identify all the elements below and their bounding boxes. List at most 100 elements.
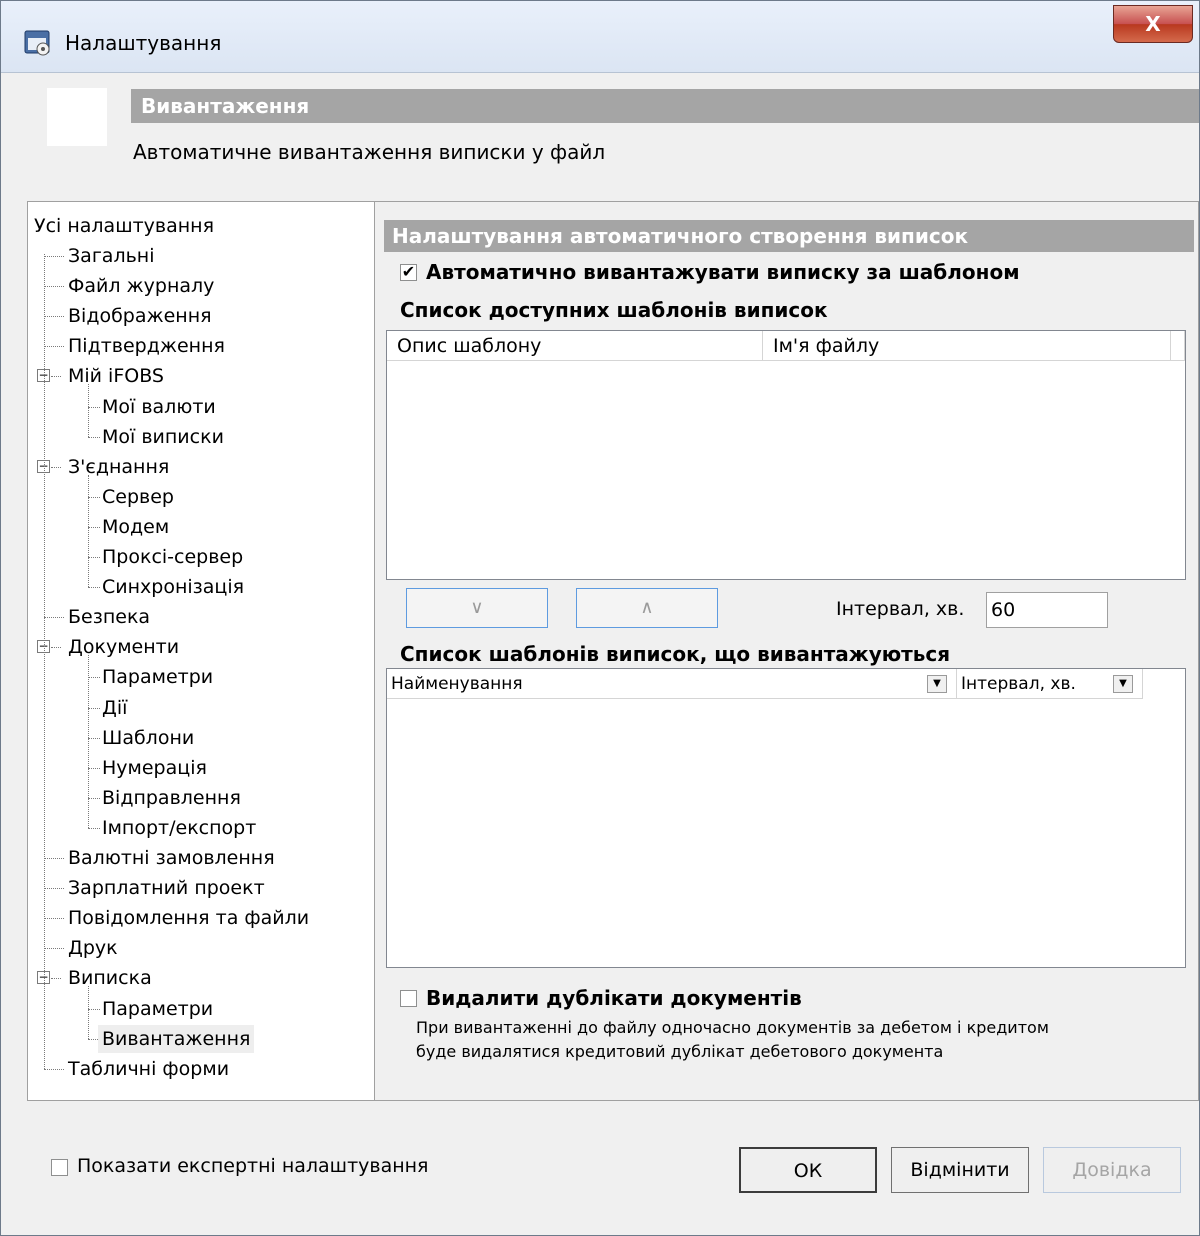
column-header-filler (1171, 331, 1185, 361)
auto-export-checkbox[interactable]: ✔ (400, 264, 417, 281)
tree-item[interactable]: Підтвердження (68, 332, 225, 360)
tree-connector (44, 286, 64, 288)
tree-item[interactable]: Безпека (68, 603, 150, 631)
remove-duplicates-desc-2: буде видалятися кредитовий дублікат дебе… (416, 1042, 944, 1061)
name-filter-dropdown[interactable]: ▼ (927, 675, 947, 693)
tree-item[interactable]: Файл журналу (68, 272, 214, 300)
tree-item[interactable]: Параметри (102, 995, 213, 1023)
tree-item[interactable]: Мій iFOBS (68, 362, 164, 390)
tree-connector (88, 655, 89, 828)
expert-settings-checkbox[interactable] (51, 1159, 68, 1176)
page-title: Вивантаження (131, 89, 1199, 123)
column-header-filename[interactable]: Ім'я файлу (763, 331, 1171, 361)
column-header-name[interactable]: Найменування ▼ (387, 669, 957, 699)
tree-item[interactable]: Мої виписки (102, 423, 224, 451)
interval-filter-dropdown[interactable]: ▼ (1113, 675, 1133, 693)
dropdown-arrow-icon: ▼ (1119, 678, 1127, 689)
tree-connector (88, 526, 100, 528)
tree-connector (88, 406, 100, 408)
tree-item[interactable]: Дії (102, 694, 127, 722)
tree-item[interactable]: Відображення (68, 302, 212, 330)
tree-item[interactable]: Виписка (68, 964, 152, 992)
tree-connector (88, 797, 100, 799)
section-header: Налаштування автоматичного створення вип… (384, 220, 1194, 252)
tree-connector (44, 346, 64, 348)
auto-export-label: Автоматично вивантажувати виписку за шаб… (426, 260, 1020, 284)
interval-label: Інтервал, хв. (836, 598, 965, 620)
tree-connector (51, 376, 61, 378)
tree-connector (88, 384, 89, 437)
tree-connector (44, 888, 64, 890)
tree-item[interactable]: Проксі-сервер (102, 543, 243, 571)
chevron-down-icon: ∨ (470, 597, 484, 618)
expert-settings-label: Показати експертні налаштування (77, 1155, 429, 1177)
interval-input[interactable]: 60 (986, 592, 1108, 628)
chevron-up-icon: ∧ (640, 597, 654, 618)
tree-item[interactable]: Мої валюти (102, 393, 216, 421)
header-icon (47, 88, 107, 146)
tree-item[interactable]: Вивантаження (98, 1024, 255, 1053)
tree-connector (88, 677, 100, 679)
remove-duplicates-desc-1: При вивантаженні до файлу одночасно доку… (416, 1018, 1049, 1037)
tree-item[interactable]: Шаблони (102, 724, 194, 752)
title-bar[interactable]: Налаштування X (1, 1, 1199, 73)
window-title: Налаштування (65, 31, 222, 55)
tree-item[interactable]: Табличні форми (68, 1055, 229, 1083)
tree-connector (88, 474, 89, 588)
tree-item[interactable]: Модем (102, 513, 169, 541)
tree-item[interactable]: Повідомлення та файли (68, 904, 309, 932)
help-button[interactable]: Довідка (1043, 1147, 1181, 1193)
settings-window: Налаштування X Вивантаження Автоматичне … (0, 0, 1200, 1236)
tree-connector (88, 496, 100, 498)
tree-item[interactable]: Сервер (102, 483, 174, 511)
tree-item[interactable]: Документи (68, 633, 179, 661)
tree-item[interactable]: Друк (68, 934, 118, 962)
settings-header: Вивантаження Автоматичне вивантаження ви… (11, 73, 1199, 201)
dropdown-arrow-icon: ▼ (933, 678, 941, 689)
tree-connector (51, 647, 61, 649)
available-templates-list[interactable]: Опис шаблону Ім'я файлу (386, 330, 1186, 580)
remove-duplicates-label: Видалити дублікати документів (426, 986, 802, 1010)
exported-templates-title: Список шаблонів виписок, що вивантажують… (400, 642, 951, 666)
column-header-interval[interactable]: Інтервал, хв. ▼ (957, 669, 1143, 699)
tree-connector (88, 827, 100, 829)
exported-templates-list[interactable]: Найменування ▼ Інтервал, хв. ▼ (386, 668, 1186, 968)
tree-item[interactable]: Нумерація (102, 754, 207, 782)
tree-connector (88, 557, 100, 558)
column-header-name-label: Найменування (391, 674, 523, 694)
tree-item[interactable]: Імпорт/експорт (102, 814, 256, 842)
tree-item[interactable]: Відправлення (102, 784, 241, 812)
tree-item[interactable]: Загальні (68, 242, 155, 270)
tree-connector (44, 1068, 64, 1070)
tree-item[interactable]: Валютні замовлення (68, 844, 275, 872)
tree-root[interactable]: Усі налаштування (34, 212, 214, 240)
settings-tree[interactable]: Усі налаштування Загальні Файл журналу Від… (28, 202, 375, 1100)
tree-connector (88, 1008, 100, 1010)
move-down-button[interactable]: ∨ (406, 588, 548, 628)
page-description: Автоматичне вивантаження виписки у файл (133, 140, 606, 164)
main-panel: Усі налаштування Загальні Файл журналу Від… (27, 201, 1199, 1101)
tree-connector (44, 617, 64, 619)
ok-button[interactable]: ОК (739, 1147, 877, 1193)
close-icon: X (1145, 12, 1161, 36)
column-header-interval-label: Інтервал, хв. (961, 674, 1076, 694)
remove-duplicates-checkbox[interactable] (400, 990, 417, 1007)
column-header-description[interactable]: Опис шаблону (387, 331, 763, 361)
tree-connector (51, 466, 61, 468)
tree-item[interactable]: Зарплатний проект (68, 874, 265, 902)
tree-connector (88, 436, 100, 438)
tree-connector (44, 948, 64, 950)
tree-connector (88, 767, 100, 769)
tree-connector (44, 256, 64, 257)
tree-item[interactable]: Параметри (102, 663, 213, 691)
cancel-button[interactable]: Відмінити (891, 1147, 1029, 1193)
tree-connector (88, 707, 100, 709)
tree-connector (51, 978, 61, 980)
tree-item[interactable]: З'єднання (68, 453, 169, 481)
app-icon (24, 30, 50, 56)
available-templates-title: Список доступних шаблонів виписок (400, 298, 828, 322)
close-button[interactable]: X (1113, 5, 1193, 43)
tree-connector (44, 316, 64, 318)
move-up-button[interactable]: ∧ (576, 588, 718, 628)
tree-item[interactable]: Синхронізація (102, 573, 244, 601)
